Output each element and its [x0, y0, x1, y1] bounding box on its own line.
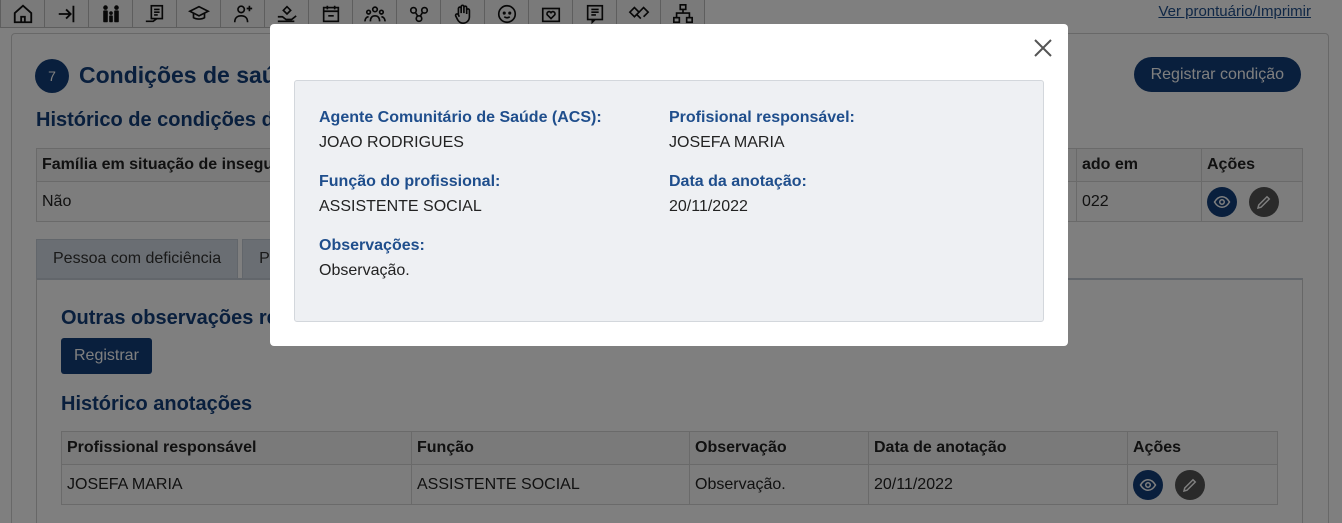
responsible-label: Profisional responsável:: [669, 109, 855, 126]
close-icon[interactable]: [1032, 37, 1054, 59]
function-value: ASSISTENTE SOCIAL: [319, 198, 482, 215]
date-value: 20/11/2022: [669, 198, 748, 215]
observations-label: Observações:: [319, 237, 425, 254]
observations-field: Observações: Observação.: [319, 237, 425, 280]
function-label: Função do profissional:: [319, 173, 501, 190]
observations-value: Observação.: [319, 262, 410, 279]
details-box: Agente Comunitário de Saúde (ACS): JOAO …: [294, 80, 1044, 322]
date-field: Data da anotação: 20/11/2022: [669, 173, 807, 216]
note-details-modal: Agente Comunitário de Saúde (ACS): JOAO …: [270, 24, 1068, 346]
function-field: Função do profissional: ASSISTENTE SOCIA…: [319, 173, 500, 216]
responsible-field: Profisional responsável: JOSEFA MARIA: [669, 109, 855, 152]
acs-label: Agente Comunitário de Saúde (ACS):: [319, 109, 602, 126]
date-label: Data da anotação:: [669, 173, 807, 190]
acs-field: Agente Comunitário de Saúde (ACS): JOAO …: [319, 109, 602, 152]
responsible-value: JOSEFA MARIA: [669, 134, 785, 151]
acs-value: JOAO RODRIGUES: [319, 134, 464, 151]
